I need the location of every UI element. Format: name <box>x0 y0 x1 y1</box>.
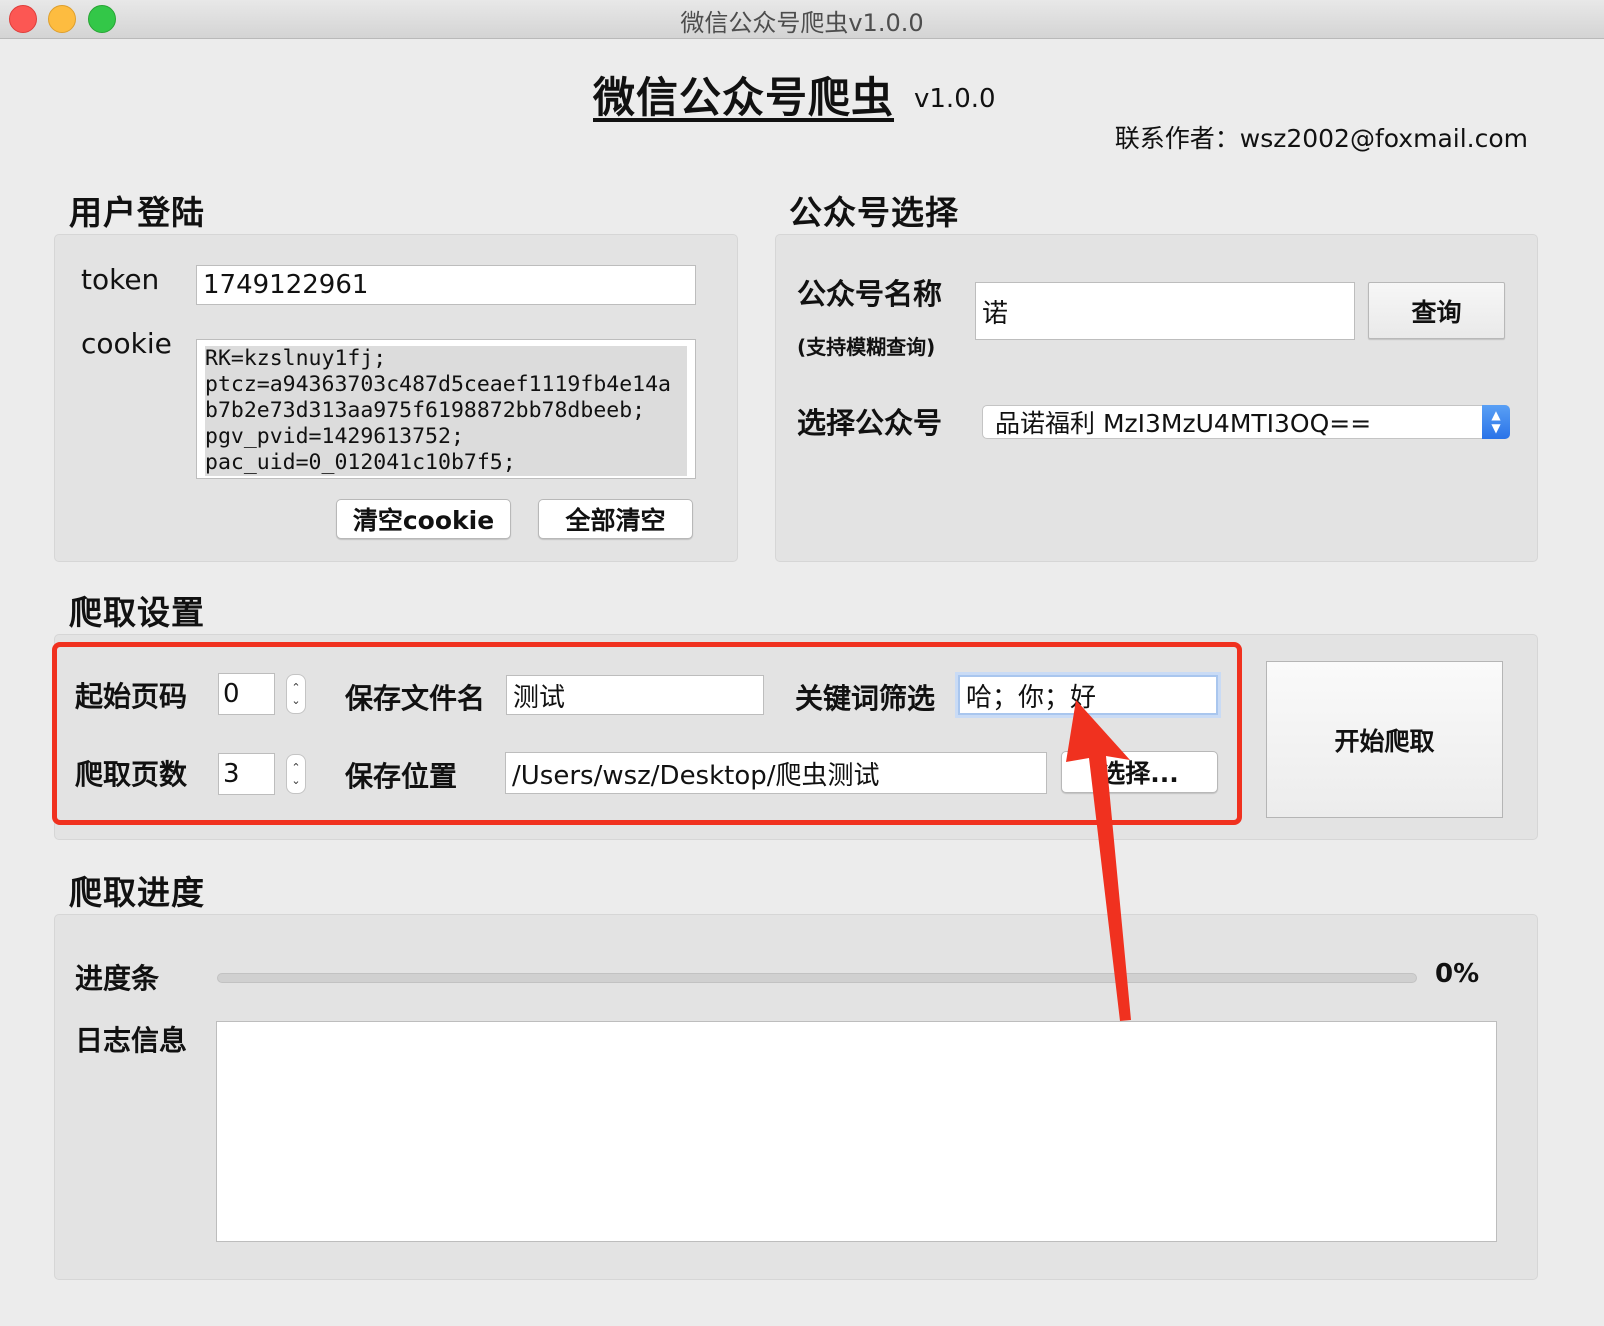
token-label: token <box>81 263 160 296</box>
keyword-filter-input[interactable]: 哈；你；好 <box>958 675 1218 715</box>
clear-cookie-button[interactable]: 清空cookie <box>336 499 511 539</box>
token-input[interactable]: 1749122961 <box>196 265 696 305</box>
filename-label: 保存文件名 <box>345 682 486 715</box>
page-count-label: 爬取页数 <box>75 758 188 791</box>
log-label: 日志信息 <box>75 1024 188 1057</box>
keyword-filter-label: 关键词筛选 <box>795 682 936 715</box>
cookie-textarea[interactable]: RK=kzslnuy1fj; ptcz=a94363703c487d5ceaef… <box>196 339 696 479</box>
account-section-title: 公众号选择 <box>789 193 959 232</box>
login-panel: token 1749122961 cookie RK=kzslnuy1fj; p… <box>54 234 738 562</box>
location-label: 保存位置 <box>345 760 458 793</box>
window-title: 微信公众号爬虫v1.0.0 <box>680 9 924 37</box>
select-account-label: 选择公众号 <box>797 406 943 440</box>
app-version: v1.0.0 <box>914 84 996 114</box>
app-title: 微信公众号爬虫 <box>593 73 895 122</box>
account-name-label: 公众号名称 <box>797 277 943 311</box>
contact-author: 联系作者：wsz2002@foxmail.com <box>1114 124 1528 153</box>
account-panel: 公众号名称 (支持模糊查询) 诺 查询 选择公众号 品诺福利 MzI3MzU4M… <box>775 234 1538 562</box>
cookie-label: cookie <box>81 327 172 360</box>
cookie-text: RK=kzslnuy1fj; ptcz=a94363703c487d5ceaef… <box>205 346 687 476</box>
choose-location-button[interactable]: 选择... <box>1061 751 1218 793</box>
start-crawl-button[interactable]: 开始爬取 <box>1266 661 1503 818</box>
account-select-value: 品诺福利 MzI3MzU4MTI3OQ== <box>995 409 1372 438</box>
account-name-input[interactable]: 诺 <box>975 282 1355 340</box>
log-textarea[interactable] <box>216 1021 1497 1242</box>
progress-bar <box>217 973 1417 983</box>
start-page-label: 起始页码 <box>75 680 188 713</box>
crawl-section-title: 爬取设置 <box>69 593 205 632</box>
page-count-input[interactable]: 3 <box>218 753 275 795</box>
progress-bar-label: 进度条 <box>75 962 160 995</box>
login-section-title: 用户登陆 <box>69 193 205 232</box>
clear-all-button[interactable]: 全部清空 <box>538 499 693 539</box>
app-window: 微信公众号爬虫v1.0.0 微信公众号爬虫 v1.0.0 联系作者：wsz200… <box>0 0 1604 1326</box>
select-updown-icon: ▲ ▼ <box>1482 405 1510 439</box>
page-count-stepper-icon[interactable]: ⌃ ⌄ <box>286 754 306 794</box>
save-location-input[interactable]: /Users/wsz/Desktop/爬虫测试 <box>505 752 1047 794</box>
progress-section-title: 爬取进度 <box>69 873 205 912</box>
progress-percent: 0% <box>1435 959 1480 989</box>
progress-panel: 进度条 0% 日志信息 <box>54 914 1538 1280</box>
account-select[interactable]: 品诺福利 MzI3MzU4MTI3OQ== ▲ ▼ <box>982 405 1510 439</box>
query-button[interactable]: 查询 <box>1368 282 1505 339</box>
filename-input[interactable]: 测试 <box>506 675 764 715</box>
title-bar: 微信公众号爬虫v1.0.0 <box>0 0 1604 39</box>
account-name-hint: (支持模糊查询) <box>797 335 936 359</box>
start-page-stepper-icon[interactable]: ⌃ ⌄ <box>286 674 306 714</box>
crawl-panel: 起始页码 0 ⌃ ⌄ 爬取页数 3 ⌃ ⌄ 保存文件名 测试 保存位置 /Users… <box>54 634 1538 840</box>
start-page-input[interactable]: 0 <box>218 673 275 715</box>
